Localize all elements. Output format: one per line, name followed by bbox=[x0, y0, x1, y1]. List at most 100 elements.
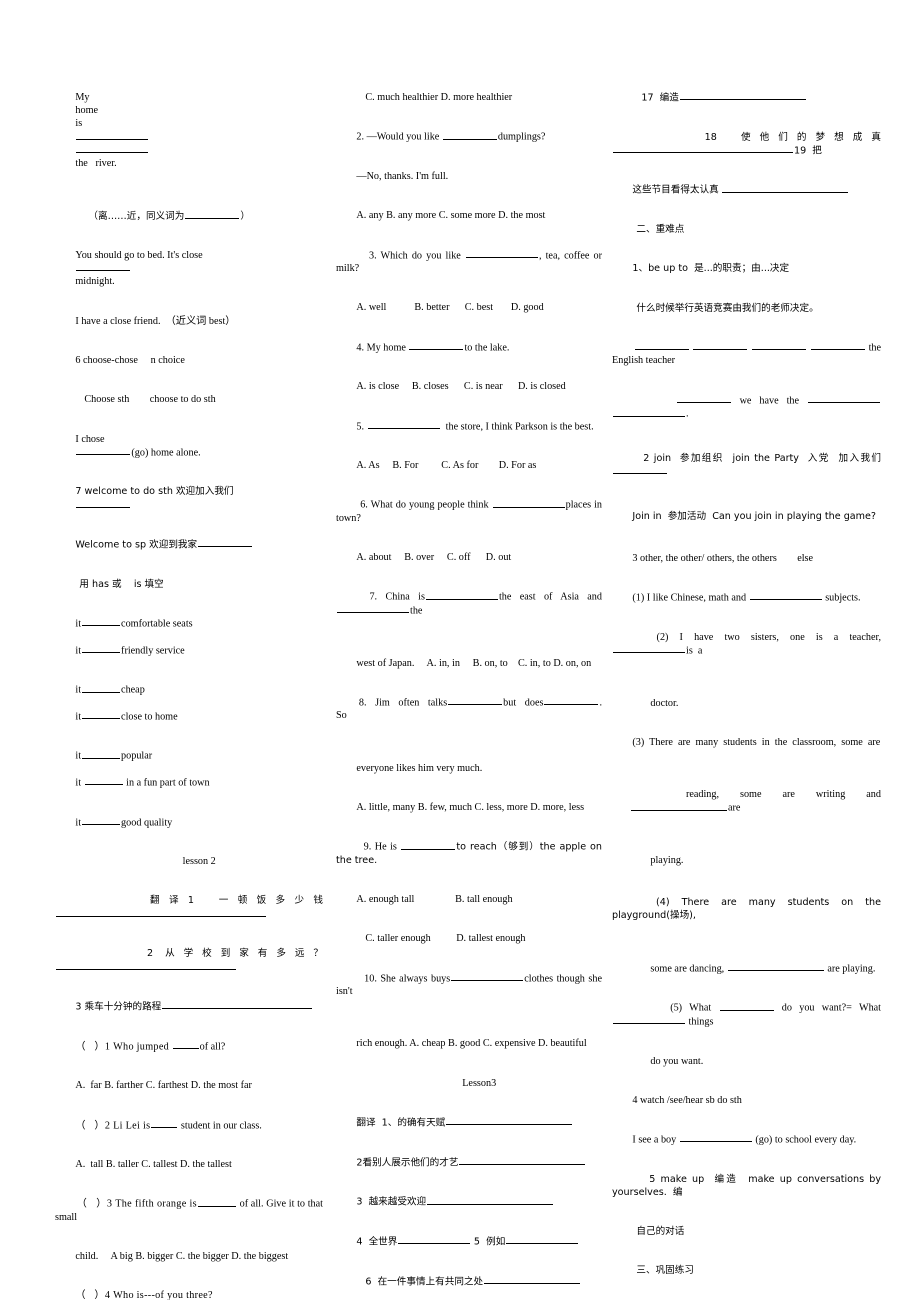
fill-blank[interactable] bbox=[459, 1156, 586, 1165]
fill-blank[interactable] bbox=[172, 1040, 199, 1049]
fill-blank[interactable] bbox=[752, 341, 807, 351]
text-close-to-home: close to home bbox=[121, 711, 178, 723]
fill-blank[interactable] bbox=[613, 144, 793, 154]
text-are: are bbox=[728, 802, 741, 814]
text-he-is: 9. He is bbox=[363, 841, 397, 853]
text-options-2: A. tall B. taller C. tallest D. the tall… bbox=[75, 1159, 232, 1171]
fill-blank[interactable] bbox=[198, 538, 253, 548]
text-which-do-you-like: 3. Which do you like bbox=[368, 249, 461, 261]
text-paren-close: ） bbox=[240, 210, 250, 222]
text-doctor: doctor. bbox=[650, 697, 679, 709]
fill-blank[interactable] bbox=[151, 1119, 178, 1128]
options-10: rich enough. A. cheap B. good C. expensi… bbox=[336, 1024, 602, 1063]
text-like-chinese-math: (1) I like Chinese, math and bbox=[632, 592, 747, 604]
text-question-4: （ ）4 Who is---of you three? bbox=[75, 1290, 213, 1300]
fill-blank[interactable] bbox=[337, 604, 409, 614]
fill-blank[interactable] bbox=[401, 840, 456, 850]
fill-blank[interactable] bbox=[613, 407, 685, 417]
text-translate-2: 2 从学校到家有多远？ bbox=[146, 948, 324, 960]
fill-blank[interactable] bbox=[631, 801, 727, 811]
line-close-friend: I have a close friend. （近义词 best） bbox=[55, 302, 323, 341]
question-10-clothes: 10. She always buys clothes though she is… bbox=[336, 959, 602, 1025]
fill-blank[interactable] bbox=[82, 816, 121, 825]
text-translate-too-seriously: 这些节目看得太认真 bbox=[632, 184, 719, 196]
fill-blank[interactable] bbox=[56, 960, 236, 970]
translate-line-4-5: 4 全世界 5 例如 bbox=[336, 1222, 602, 1262]
text-comfortable-seats: comfortable seats bbox=[121, 618, 193, 630]
text-my-home: 4. My home bbox=[356, 341, 406, 353]
fill-blank[interactable] bbox=[442, 130, 497, 140]
fill-blank[interactable] bbox=[448, 696, 503, 706]
fill-blank[interactable] bbox=[76, 144, 149, 154]
fill-blank[interactable] bbox=[613, 465, 667, 475]
fill-blank[interactable] bbox=[484, 1275, 581, 1284]
text-would-you-like: 2. —Would you like bbox=[356, 131, 440, 143]
fill-blank[interactable] bbox=[679, 91, 806, 101]
point-be-up-to: 1、be up to 是...的职责；由...决定 bbox=[612, 249, 881, 288]
fill-blank[interactable] bbox=[722, 183, 849, 193]
text-rich-enough-options: rich enough. A. cheap B. good C. expensi… bbox=[356, 1038, 587, 1050]
fill-blank[interactable] bbox=[76, 130, 149, 140]
fill-blank[interactable] bbox=[76, 446, 131, 456]
fill-blank[interactable] bbox=[613, 1015, 685, 1025]
fill-blank[interactable] bbox=[676, 394, 731, 404]
fill-blank[interactable] bbox=[679, 1133, 752, 1143]
fill-blank[interactable] bbox=[465, 249, 538, 258]
fill-blank[interactable] bbox=[367, 420, 440, 429]
text-what-young-people-think: 6. What do young people think bbox=[360, 499, 489, 511]
fill-blank[interactable] bbox=[749, 591, 822, 601]
text-everyone-likes-him: everyone likes him very much. bbox=[356, 762, 483, 774]
fill-blank[interactable] bbox=[409, 341, 464, 350]
exercise-5-cont: do you want. bbox=[612, 1041, 881, 1080]
fill-blank[interactable] bbox=[427, 1195, 554, 1205]
fill-blank[interactable] bbox=[693, 341, 748, 351]
text-i-see-a-boy: I see a boy bbox=[632, 1134, 677, 1146]
text-go-to-school: (go) to school every day. bbox=[755, 1134, 857, 1146]
text-lesson-3: Lesson3 bbox=[462, 1077, 497, 1089]
fill-blank[interactable] bbox=[84, 776, 123, 786]
fill-blank[interactable] bbox=[727, 962, 824, 972]
question-7-china: 7. China is the east of Asia and the bbox=[336, 577, 602, 643]
fill-blank[interactable] bbox=[613, 644, 685, 654]
fill-blank[interactable] bbox=[634, 341, 689, 351]
text-it: it bbox=[75, 750, 82, 762]
heading-consolidation: 三、巩固练习 bbox=[612, 1251, 881, 1290]
text-go-to-bed: You should go to bed. It's close bbox=[75, 249, 203, 261]
options-6: A. about B. over C. off D. out bbox=[336, 538, 602, 577]
fill-blank[interactable] bbox=[56, 908, 266, 917]
fill-blank[interactable] bbox=[492, 498, 565, 508]
line-close-synonym: （离……近，同义词为 ） bbox=[55, 197, 323, 236]
text-translate-19: 19 把 bbox=[794, 145, 822, 157]
fill-blank[interactable] bbox=[82, 617, 121, 627]
fill-blank[interactable] bbox=[808, 394, 880, 404]
fill-blank[interactable] bbox=[82, 683, 121, 693]
fill-blank[interactable] bbox=[82, 710, 121, 720]
fill-blank[interactable] bbox=[76, 498, 131, 508]
fill-blank[interactable] bbox=[76, 262, 131, 272]
point-be-up-to-example: 什么时候举行英语竞赛由我们的老师决定。 bbox=[612, 289, 881, 328]
text-has-is-fill: 用 has 或 is 填空 bbox=[79, 578, 164, 590]
fill-blank[interactable] bbox=[719, 1001, 774, 1011]
fill-blank[interactable] bbox=[162, 1000, 313, 1010]
text-friendly-service: friendly service bbox=[121, 644, 185, 656]
text-it: it bbox=[75, 644, 82, 656]
line-has-or-is-instruction: 用 has 或 is 填空 bbox=[55, 565, 323, 604]
text-options-well: A. well B. better C. best D. good bbox=[356, 302, 544, 314]
fill-blank[interactable] bbox=[451, 972, 524, 981]
fill-blank[interactable] bbox=[185, 210, 240, 219]
exercise-3: (3) There are many students in the class… bbox=[612, 723, 881, 775]
question-4-my-home: 4. My home to the lake. bbox=[336, 328, 602, 368]
translate-line-6: 6 在一件事情上有共同之处 bbox=[336, 1261, 602, 1300]
options-5: A. As B. For C. As for D. For as bbox=[336, 446, 602, 485]
fill-blank[interactable] bbox=[82, 644, 121, 653]
text-it: it bbox=[75, 684, 82, 696]
fill-blank[interactable] bbox=[810, 341, 865, 351]
fill-blank[interactable] bbox=[446, 1116, 573, 1126]
fill-blank[interactable] bbox=[425, 590, 498, 600]
text-period: . bbox=[686, 408, 689, 420]
fill-blank[interactable] bbox=[398, 1235, 471, 1245]
fill-blank[interactable] bbox=[544, 696, 599, 706]
fill-blank[interactable] bbox=[82, 749, 121, 759]
fill-blank[interactable] bbox=[197, 1197, 236, 1207]
fill-blank[interactable] bbox=[506, 1235, 579, 1245]
